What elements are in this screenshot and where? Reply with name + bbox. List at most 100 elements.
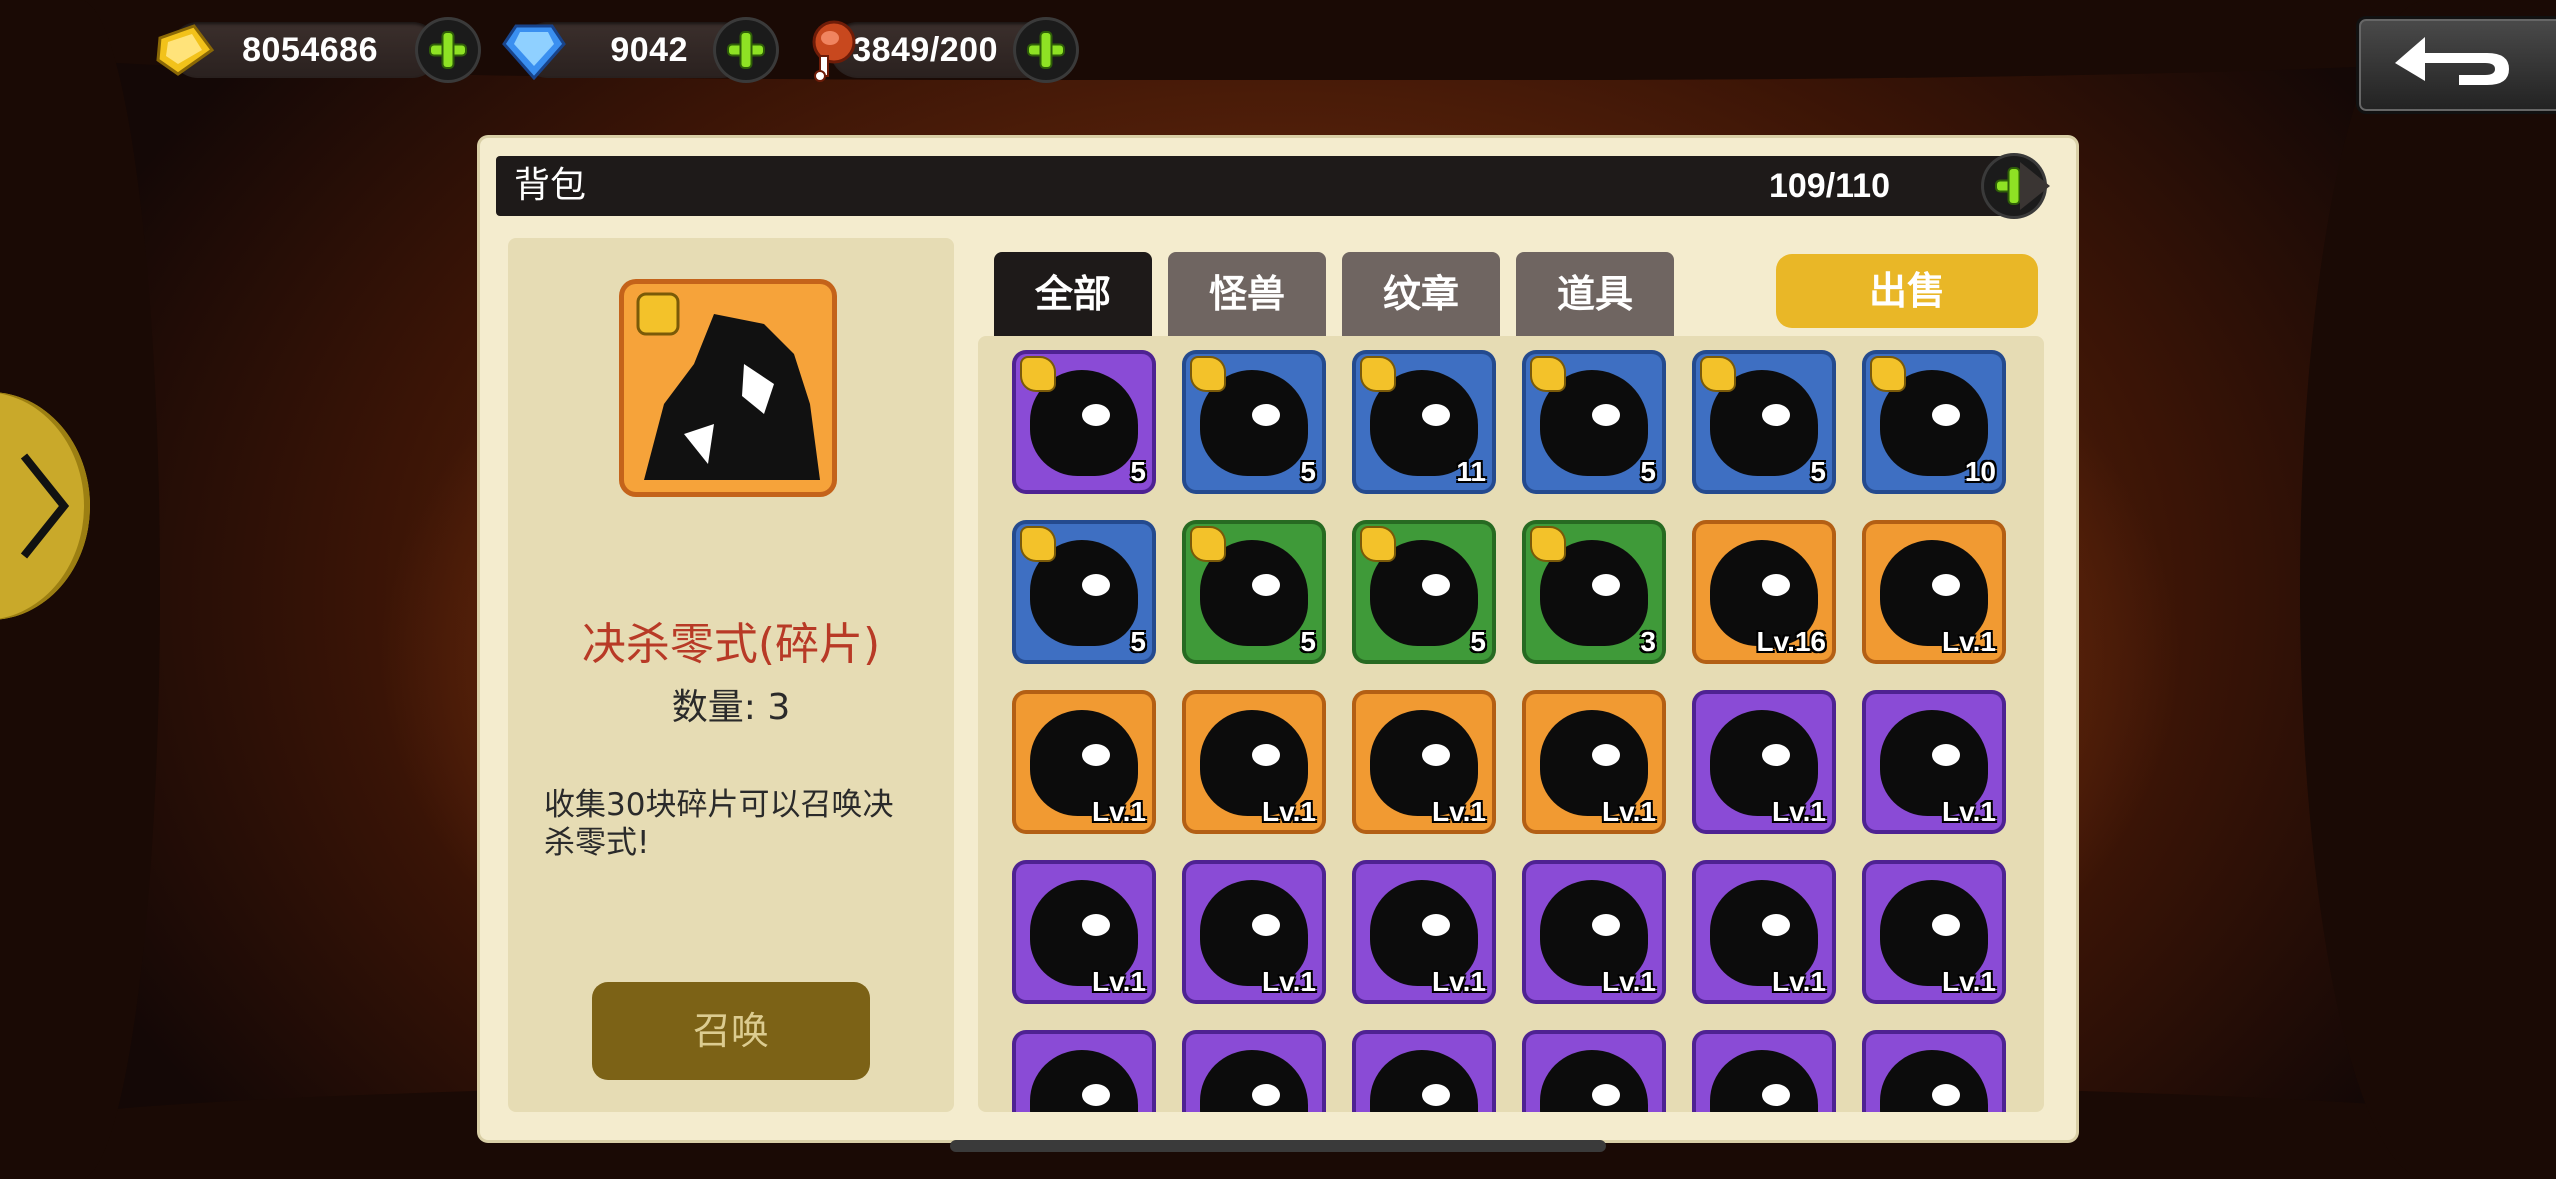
monster-eye xyxy=(1592,744,1620,766)
inventory-item[interactable]: 10 xyxy=(1866,354,2002,490)
chevron-right-icon xyxy=(20,453,70,559)
inventory-item[interactable]: Lv.1 xyxy=(1696,864,1832,1000)
monster-eye xyxy=(1592,1084,1620,1106)
item-level-label: Lv.1 xyxy=(1432,796,1486,827)
item-level-label: Lv.1 xyxy=(1942,966,1996,997)
inventory-item[interactable]: Lv.1 xyxy=(1866,694,2002,830)
panel-header: 背包 109/110 xyxy=(496,156,2050,216)
fragment-icon xyxy=(1362,358,1394,390)
inventory-item[interactable]: Lv.1 xyxy=(1186,694,1322,830)
inventory-item[interactable] xyxy=(1526,1034,1662,1112)
fragment-icon xyxy=(1362,528,1394,560)
monster-eye xyxy=(1082,914,1110,936)
inventory-item[interactable] xyxy=(1186,1034,1322,1112)
inventory-item[interactable]: Lv.1 xyxy=(1356,694,1492,830)
fragment-icon xyxy=(1702,358,1734,390)
item-level-label: 3 xyxy=(1640,626,1656,657)
food-value: 3849/200 xyxy=(852,31,998,69)
item-level-label: 5 xyxy=(1640,456,1656,487)
inventory-item[interactable]: 11 xyxy=(1356,354,1492,490)
monster-eye xyxy=(1252,1084,1280,1106)
item-name: 决杀零式(碎片) xyxy=(581,619,881,670)
inventory-item[interactable]: 5 xyxy=(1016,354,1152,490)
item-level-label: 5 xyxy=(1130,456,1146,487)
item-level-label: 5 xyxy=(1300,626,1316,657)
monster-eye xyxy=(1082,744,1110,766)
monster-eye xyxy=(1592,914,1620,936)
item-level-label: Lv.1 xyxy=(1602,796,1656,827)
inventory-item[interactable]: Lv.1 xyxy=(1866,524,2002,660)
selected-item-icon xyxy=(624,284,832,492)
inventory-item[interactable]: Lv.1 xyxy=(1186,864,1322,1000)
item-level-label: 11 xyxy=(1456,456,1486,487)
monster-eye xyxy=(1422,1084,1450,1106)
monster-eye xyxy=(1252,744,1280,766)
inventory-item[interactable] xyxy=(1016,1034,1152,1112)
inventory-item[interactable]: Lv.16 xyxy=(1696,524,1832,660)
monster-eye xyxy=(1932,744,1960,766)
item-level-label: Lv.1 xyxy=(1262,796,1316,827)
monster-eye xyxy=(1932,914,1960,936)
inventory-item[interactable]: Lv.1 xyxy=(1866,864,2002,1000)
inventory-item[interactable] xyxy=(1356,1034,1492,1112)
fragment-icon xyxy=(1192,528,1224,560)
sell-button[interactable]: 出售 xyxy=(1776,254,2038,328)
monster-eye xyxy=(1082,404,1110,426)
monster-eye xyxy=(1932,404,1960,426)
monster-silhouette-icon xyxy=(1030,1050,1138,1112)
gem-value: 9042 xyxy=(610,31,688,69)
item-detail-pane: 决杀零式(碎片) 数量: 3 收集30块碎片可以召唤决杀零式! 召唤 xyxy=(508,238,954,1112)
inventory-grid: 5 5 11 5 5 10 5 5 5 3 Lv.16 Lv.1 Lv.1 Lv.1 Lv.1 Lv.1 Lv.… xyxy=(978,336,2044,1112)
monster-eye xyxy=(1252,404,1280,426)
tab-all[interactable]: 全部 xyxy=(994,252,1152,336)
capacity-count: 109/110 xyxy=(1768,167,1890,205)
monster-eye xyxy=(1422,744,1450,766)
inventory-item[interactable]: 5 xyxy=(1356,524,1492,660)
monster-eye xyxy=(1422,404,1450,426)
item-quantity: 数量: 3 xyxy=(671,687,791,728)
gold-icon xyxy=(156,24,215,76)
inventory-item[interactable]: Lv.1 xyxy=(1356,864,1492,1000)
inventory-item[interactable]: Lv.1 xyxy=(1526,864,1662,1000)
monster-eye xyxy=(1762,1084,1790,1106)
monster-silhouette-icon xyxy=(1370,1050,1478,1112)
scrollbar[interactable] xyxy=(950,1140,1606,1152)
monster-eye xyxy=(1082,574,1110,596)
inventory-item[interactable]: Lv.1 xyxy=(1016,694,1152,830)
item-level-label: Lv.1 xyxy=(1772,796,1826,827)
monster-silhouette-icon xyxy=(1200,1050,1308,1112)
item-level-label: 5 xyxy=(1130,626,1146,657)
item-level-label: Lv.1 xyxy=(1772,966,1826,997)
monster-eye xyxy=(1252,574,1280,596)
monster-eye xyxy=(1592,574,1620,596)
monster-eye xyxy=(1932,574,1960,596)
monster-eye xyxy=(1592,404,1620,426)
monster-eye xyxy=(1422,914,1450,936)
tab-emblems[interactable]: 纹章 xyxy=(1342,252,1500,336)
fragment-icon xyxy=(1532,528,1564,560)
inventory-item[interactable]: 3 xyxy=(1526,524,1662,660)
inventory-item[interactable]: Lv.1 xyxy=(1016,864,1152,1000)
fragment-icon xyxy=(1022,528,1054,560)
add-gold-button[interactable] xyxy=(418,20,478,80)
add-food-button[interactable] xyxy=(1016,20,1076,80)
meat-icon xyxy=(812,20,856,82)
add-gems-button[interactable] xyxy=(716,20,776,80)
inventory-item[interactable] xyxy=(1696,1034,1832,1112)
item-level-label: 10 xyxy=(1964,456,1996,487)
tab-monsters[interactable]: 怪兽 xyxy=(1168,252,1326,336)
inventory-item[interactable]: 5 xyxy=(1016,524,1152,660)
inventory-item[interactable]: 5 xyxy=(1526,354,1662,490)
tab-items[interactable]: 道具 xyxy=(1516,252,1674,336)
inventory-item[interactable] xyxy=(1866,1034,2002,1112)
item-level-label: Lv.1 xyxy=(1092,796,1146,827)
inventory-item[interactable]: 5 xyxy=(1186,524,1322,660)
item-level-label: Lv.1 xyxy=(1262,966,1316,997)
summon-button[interactable]: 召唤 xyxy=(592,982,870,1080)
inventory-item[interactable]: 5 xyxy=(1696,354,1832,490)
inventory-item[interactable]: Lv.1 xyxy=(1526,694,1662,830)
inventory-item[interactable]: Lv.1 xyxy=(1696,694,1832,830)
back-button[interactable] xyxy=(2356,16,2556,114)
item-level-label: Lv.1 xyxy=(1942,796,1996,827)
inventory-item[interactable]: 5 xyxy=(1186,354,1322,490)
